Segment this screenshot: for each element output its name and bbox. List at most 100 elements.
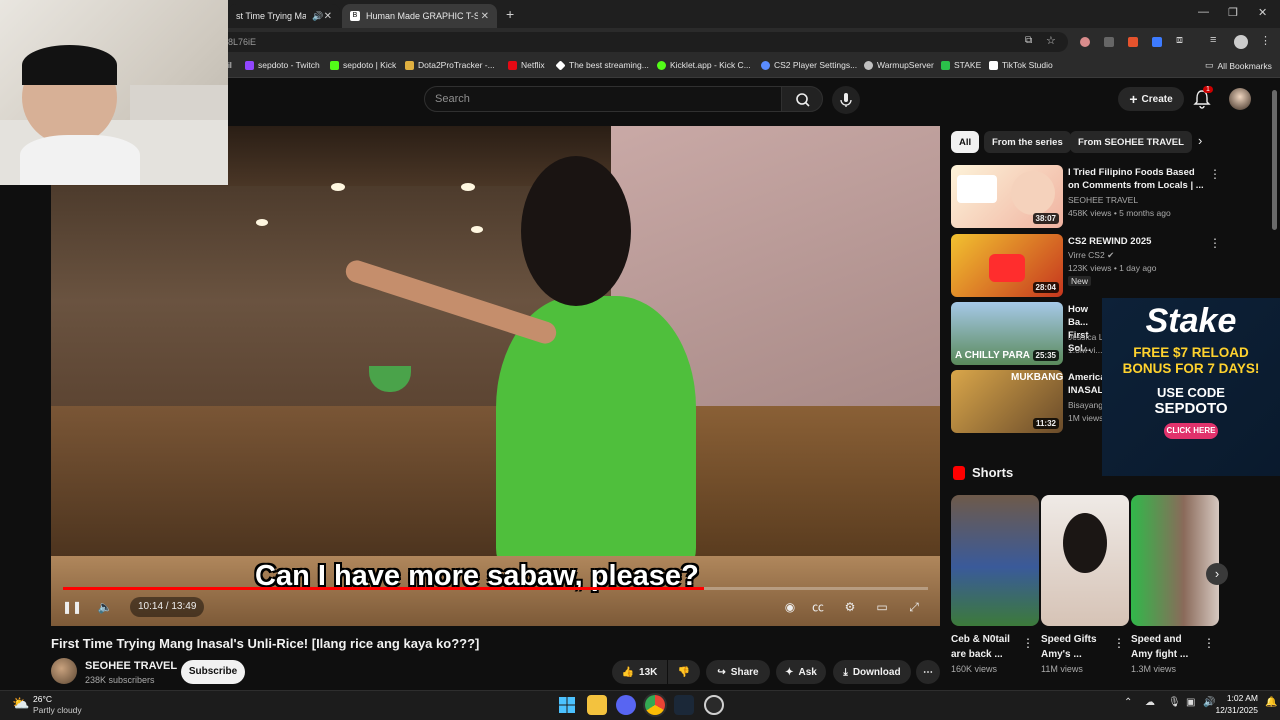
file-explorer-icon[interactable] xyxy=(587,695,607,715)
bookmark-dota2protracker[interactable]: Dota2ProTracker -... xyxy=(405,60,495,70)
discord-icon[interactable] xyxy=(616,695,636,715)
fullscreen-button[interactable]: ⤢ xyxy=(902,597,926,617)
all-bookmarks[interactable]: ▭ All Bookmarks xyxy=(1205,60,1272,71)
short-title[interactable]: Speed Gifts Amy's ... xyxy=(1041,632,1111,662)
download-button[interactable]: ⤓ Download xyxy=(833,660,911,684)
account-avatar[interactable] xyxy=(1229,88,1251,110)
clock-date[interactable]: 12/31/2025 xyxy=(1210,705,1258,715)
autoplay-toggle[interactable]: ◉ xyxy=(778,597,802,617)
more-options-icon[interactable]: ⋮ xyxy=(1209,236,1221,250)
ad-cta-button[interactable]: CLICK HERE xyxy=(1164,423,1218,439)
captions-button[interactable]: ㏄ xyxy=(806,597,830,617)
channel-name[interactable]: SEOHEE TRAVEL xyxy=(85,660,177,672)
short-thumbnail[interactable] xyxy=(1131,495,1219,626)
close-tab-icon[interactable]: ✕ xyxy=(324,11,332,22)
notifications-button[interactable]: 1 xyxy=(1193,86,1213,114)
bookmark-kick[interactable]: sepdoto | Kick xyxy=(330,60,396,70)
bookmark-kicklet[interactable]: Kicklet.app - Kick C... xyxy=(657,60,751,70)
bookmark-star-icon[interactable]: ☆ xyxy=(1046,34,1056,47)
video-title: First Time Trying Mang Inasal's Unli-Ric… xyxy=(51,636,480,651)
recommendation-item[interactable]: 28:04 CS2 REWIND 2025 Virre CS2 ✔ 123K v… xyxy=(951,234,1221,298)
close-tab-icon[interactable]: ✕ xyxy=(481,11,489,22)
short-views: 11M views xyxy=(1041,664,1083,674)
chip-from-the-series[interactable]: From the series xyxy=(984,131,1071,153)
extension-icon[interactable] xyxy=(1152,37,1162,47)
tab-youtube-video[interactable]: st Time Trying Mang I 🔊 ✕ xyxy=(228,4,340,28)
video-player[interactable] xyxy=(51,126,940,626)
recommendation-item[interactable]: 38:07 I Tried Filipino Foods Based on Co… xyxy=(951,165,1221,229)
more-options-icon[interactable]: ⋮ xyxy=(1209,167,1221,181)
share-button[interactable]: ↪ Share xyxy=(706,660,770,684)
create-button[interactable]: + Create xyxy=(1118,87,1184,111)
bookmark-netflix[interactable]: Netflix xyxy=(508,60,545,70)
network-icon[interactable]: ▣ xyxy=(1186,697,1195,708)
search-button[interactable] xyxy=(781,86,823,112)
streamer-hair xyxy=(22,45,117,85)
bookmark-item[interactable]: il xyxy=(228,60,232,70)
url-field[interactable]: 8L76iE xyxy=(218,32,1068,52)
tab-human-made[interactable]: B Human Made GRAPHIC T-SHIR ✕ xyxy=(342,4,497,28)
reading-list-icon[interactable]: ≡ xyxy=(1210,34,1216,46)
volume-button[interactable]: 🔈 xyxy=(93,597,117,617)
chip-all[interactable]: All xyxy=(951,131,980,153)
short-thumbnail[interactable] xyxy=(951,495,1039,626)
stake-ad-overlay[interactable]: Stake FREE $7 RELOAD BONUS FOR 7 DAYS! U… xyxy=(1102,298,1280,476)
more-actions-button[interactable]: ⋯ xyxy=(916,660,940,684)
chip-from-channel[interactable]: From SEOHEE TRAVEL xyxy=(1070,131,1192,153)
recommendation-channel: Virre CS2 ✔ xyxy=(1068,250,1114,261)
short-thumbnail[interactable] xyxy=(1041,495,1129,626)
short-face xyxy=(1063,513,1107,573)
more-options-icon[interactable]: ⋮ xyxy=(1022,636,1034,650)
microphone-icon[interactable]: 🎙 xyxy=(1168,697,1181,708)
short-title[interactable]: Speed and Amy fight ... xyxy=(1131,632,1201,662)
settings-gear-icon[interactable]: ⚙ xyxy=(838,597,862,617)
shorts-heading: Shorts xyxy=(972,465,1014,480)
more-options-icon[interactable]: ⋮ xyxy=(1113,636,1125,650)
progress-bar[interactable] xyxy=(63,587,928,590)
extension-icon[interactable] xyxy=(1128,37,1138,47)
tables-and-chairs xyxy=(51,406,571,566)
kick-icon xyxy=(330,60,339,70)
page-scrollbar[interactable] xyxy=(1272,90,1277,230)
profile-avatar[interactable] xyxy=(1234,35,1248,49)
like-button[interactable]: 👍 13K xyxy=(612,660,667,684)
browser-menu-icon[interactable]: ⋮ xyxy=(1260,34,1271,47)
netflix-icon xyxy=(508,60,517,70)
steam-icon[interactable] xyxy=(674,695,694,715)
bookmark-cs2-settings[interactable]: CS2 Player Settings... xyxy=(761,60,857,70)
bookmark-streaming[interactable]: The best streaming... xyxy=(555,59,649,71)
dislike-button[interactable]: 👎 xyxy=(668,660,700,684)
weather-icon[interactable]: ⛅ xyxy=(12,695,29,712)
extensions-puzzle-icon[interactable]: ⧈ xyxy=(1176,34,1183,47)
search-input[interactable]: Search xyxy=(424,86,782,112)
notification-center-icon[interactable]: 🔔 xyxy=(1265,697,1277,708)
subscribe-button[interactable]: Subscribe xyxy=(181,660,245,684)
ask-button[interactable]: ✦ Ask xyxy=(776,660,826,684)
bookmark-twitch[interactable]: sepdoto - Twitch xyxy=(245,60,320,70)
install-app-icon[interactable]: ⧉ xyxy=(1025,35,1032,46)
minimize-icon[interactable]: — xyxy=(1198,6,1209,18)
shorts-next-icon[interactable]: › xyxy=(1206,563,1228,585)
voice-search-button[interactable] xyxy=(832,86,860,114)
short-title[interactable]: Ceb & N0tail are back ... xyxy=(951,632,1021,662)
chrome-icon[interactable] xyxy=(645,695,665,715)
tray-app-icon[interactable]: ☁ xyxy=(1145,697,1155,708)
extension-icon[interactable] xyxy=(1080,37,1090,47)
bookmark-tiktok[interactable]: TikTok Studio xyxy=(989,60,1053,70)
close-window-icon[interactable]: ✕ xyxy=(1258,6,1267,19)
tray-chevron-icon[interactable]: ⌃ xyxy=(1124,697,1132,708)
bookmark-stake[interactable]: STAKE xyxy=(941,60,981,70)
app-icon[interactable] xyxy=(704,695,724,715)
pause-button[interactable]: ❚❚ xyxy=(60,597,84,617)
channel-avatar[interactable] xyxy=(51,658,77,684)
restore-icon[interactable]: ❐ xyxy=(1228,6,1238,19)
new-tab-button[interactable]: + xyxy=(506,6,514,22)
bookmark-warmupserver[interactable]: WarmupServer xyxy=(864,60,934,70)
windows-start-icon[interactable] xyxy=(557,695,577,715)
theater-mode-button[interactable]: ▭ xyxy=(870,597,894,617)
extension-icon[interactable] xyxy=(1104,37,1114,47)
chips-next-icon[interactable]: › xyxy=(1198,133,1202,148)
twitch-icon xyxy=(245,60,254,70)
more-options-icon[interactable]: ⋮ xyxy=(1203,636,1215,650)
clock-time[interactable]: 1:02 AM xyxy=(1222,693,1258,703)
